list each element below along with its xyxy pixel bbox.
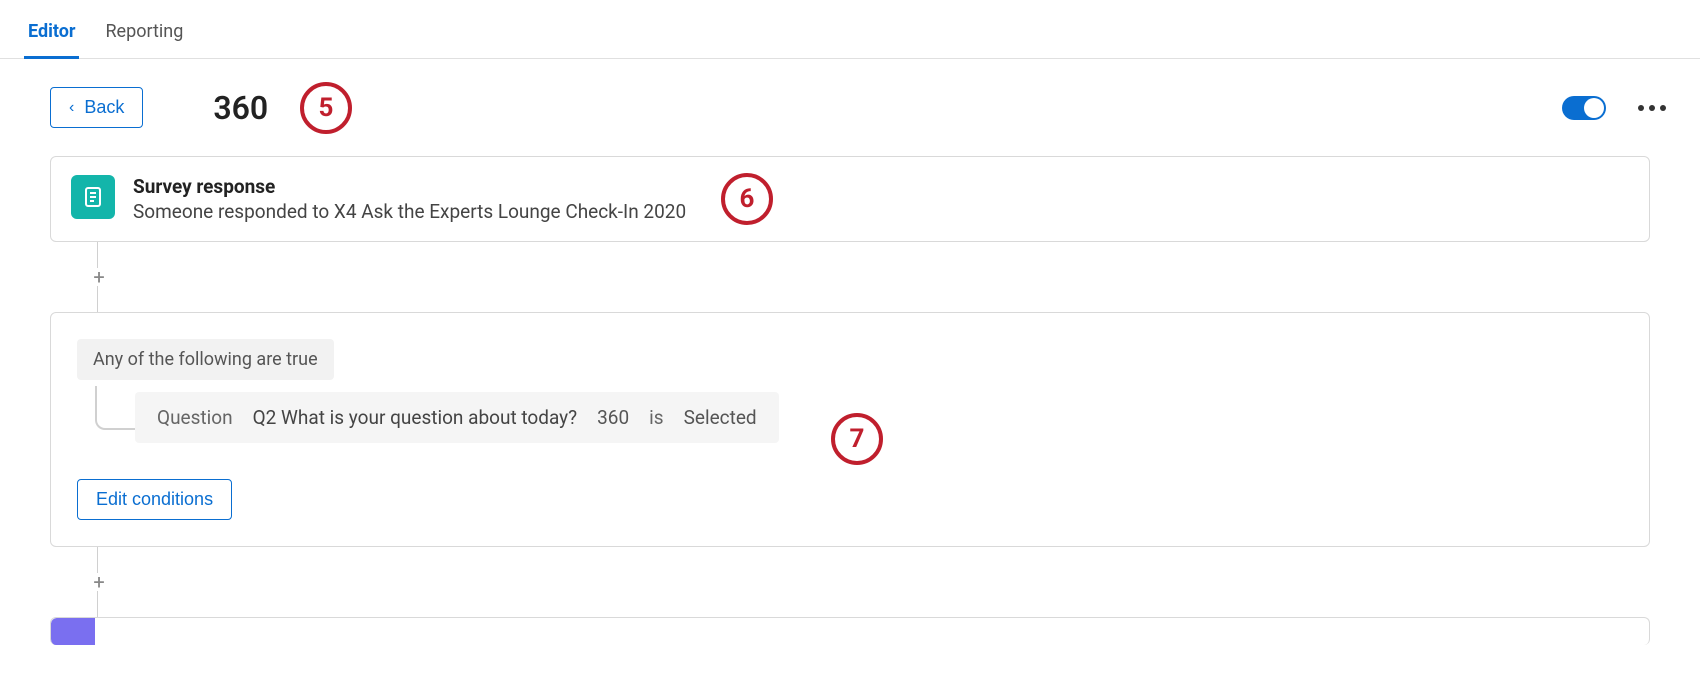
edit-conditions-button[interactable]: Edit conditions — [77, 479, 232, 520]
condition-verb: is — [649, 406, 663, 429]
condition-state: Selected — [684, 406, 757, 429]
condition-connector — [95, 386, 135, 430]
more-menu-icon[interactable] — [1634, 101, 1670, 115]
chevron-left-icon: ‹ — [69, 99, 74, 117]
back-button-label: Back — [84, 97, 124, 118]
annotation-6: 6 — [721, 173, 773, 225]
connector-2: + — [97, 547, 1650, 617]
condition-question: Q2 What is your question about today? — [253, 406, 578, 429]
tabs-bar: Editor Reporting — [0, 0, 1700, 59]
next-step-card[interactable] — [50, 617, 1650, 645]
connector-1: + — [97, 242, 1650, 312]
workflow-canvas: Survey response Someone responded to X4 … — [0, 156, 1700, 645]
back-button[interactable]: ‹ Back — [50, 87, 143, 128]
enable-toggle[interactable] — [1562, 96, 1606, 120]
condition-header: Any of the following are true — [77, 339, 334, 380]
page-title: 360 — [213, 89, 268, 127]
tab-editor[interactable]: Editor — [24, 21, 79, 58]
trigger-subtitle: Someone responded to X4 Ask the Experts … — [133, 200, 686, 223]
add-step-button-2[interactable]: + — [90, 573, 108, 591]
condition-row: Question Q2 What is your question about … — [135, 392, 779, 443]
condition-field-label: Question — [157, 406, 233, 429]
annotation-5: 5 — [300, 82, 352, 134]
edit-conditions-label: Edit conditions — [96, 489, 213, 510]
tab-reporting[interactable]: Reporting — [101, 21, 187, 58]
trigger-title: Survey response — [133, 175, 686, 198]
task-icon — [51, 618, 95, 645]
add-step-button[interactable]: + — [90, 268, 108, 286]
condition-value: 360 — [597, 406, 629, 429]
trigger-card[interactable]: Survey response Someone responded to X4 … — [50, 156, 1650, 242]
page-header: ‹ Back 360 5 — [0, 59, 1700, 156]
conditions-card[interactable]: Any of the following are true Question Q… — [50, 312, 1650, 547]
survey-icon — [71, 175, 115, 219]
